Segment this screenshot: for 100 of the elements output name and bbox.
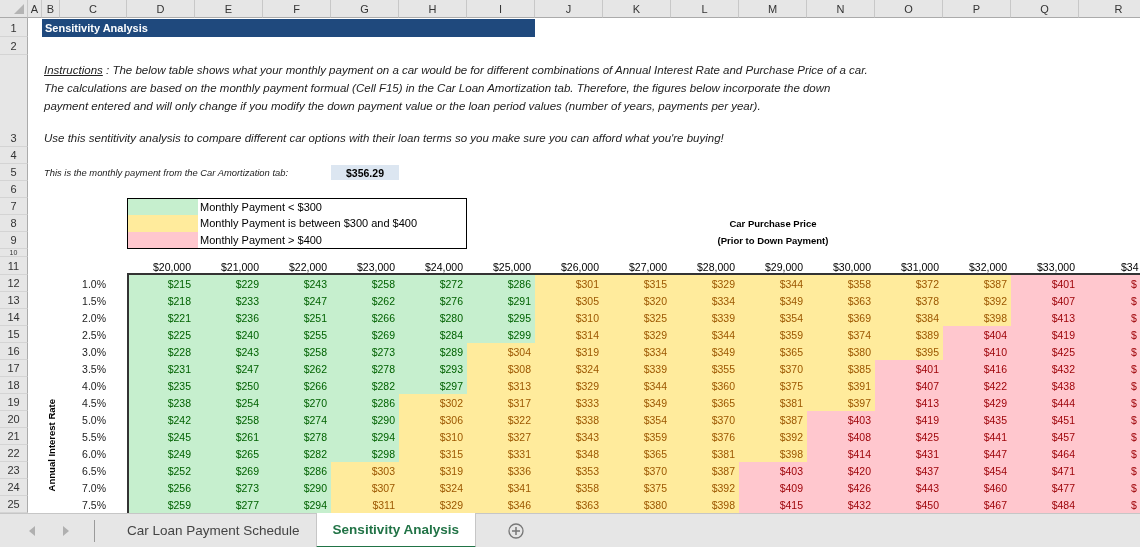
table-cell: $278 <box>331 360 399 377</box>
table-cell: $429 <box>943 394 1011 411</box>
table-cell: $266 <box>263 377 331 394</box>
table-cell: $254 <box>195 394 263 411</box>
table-cell: $243 <box>195 343 263 360</box>
row-header[interactable]: 1 <box>0 18 28 37</box>
table-cell: $ <box>1079 343 1140 360</box>
table-cell: $450 <box>875 496 943 513</box>
legend-label: Monthly Payment is between $300 and $400 <box>199 216 419 232</box>
row-header[interactable]: 25 <box>0 496 28 513</box>
table-cell: $378 <box>875 292 943 309</box>
table-cell: $339 <box>671 309 739 326</box>
payment-label: This is the monthly payment from the Car Amortization tab: <box>43 167 290 178</box>
table-cell: $325 <box>603 309 671 326</box>
column-header[interactable]: F <box>263 0 331 18</box>
table-cell: $270 <box>263 394 331 411</box>
table-cell: $375 <box>603 479 671 496</box>
row-header[interactable]: 8 <box>0 215 28 232</box>
table-cell: $276 <box>399 292 467 309</box>
table-cell: $245 <box>127 428 195 445</box>
table-cell: $ <box>1079 292 1140 309</box>
column-header[interactable]: I <box>467 0 535 18</box>
row-header[interactable]: 9 <box>0 232 28 249</box>
table-cell: $310 <box>399 428 467 445</box>
column-header[interactable]: G <box>331 0 399 18</box>
row-header[interactable]: 14 <box>0 309 28 326</box>
table-cell: $354 <box>739 309 807 326</box>
column-header[interactable]: H <box>399 0 467 18</box>
table-cell: $319 <box>535 343 603 360</box>
table-cell: $319 <box>399 462 467 479</box>
row-header[interactable]: 12 <box>0 275 28 292</box>
row-header[interactable]: 24 <box>0 479 28 496</box>
column-header[interactable]: M <box>739 0 807 18</box>
row-header[interactable]: 2 <box>0 37 28 55</box>
row-header[interactable]: 18 <box>0 377 28 394</box>
table-cell: $240 <box>195 326 263 343</box>
sheet-tab[interactable]: Car Loan Payment Schedule <box>111 513 316 547</box>
table-cell: $218 <box>127 292 195 309</box>
row-header[interactable]: 13 <box>0 292 28 309</box>
column-header[interactable]: N <box>807 0 875 18</box>
table-cell: $365 <box>739 343 807 360</box>
table-cell: $215 <box>127 275 195 292</box>
row-header[interactable]: 23 <box>0 462 28 479</box>
row-header[interactable]: 22 <box>0 445 28 462</box>
table-cell: $286 <box>263 462 331 479</box>
column-header[interactable]: C <box>60 0 127 18</box>
column-header[interactable]: E <box>195 0 263 18</box>
row-header[interactable]: 21 <box>0 428 28 445</box>
table-cell: $ <box>1079 309 1140 326</box>
table-cell: $272 <box>399 275 467 292</box>
column-header[interactable]: L <box>671 0 739 18</box>
column-header[interactable]: A <box>28 0 42 18</box>
row-header[interactable]: 3 <box>0 55 28 147</box>
table-cell: $401 <box>1011 275 1079 292</box>
table-cell: $ <box>1079 479 1140 496</box>
table-cell: $313 <box>467 377 535 394</box>
instructions-note: Use this sentitivity analysis to compare different car options with their loan terms so you make sure you can afford what you're buying! <box>44 131 725 146</box>
table-cell: $457 <box>1011 428 1079 445</box>
table-cell: $348 <box>535 445 603 462</box>
sheet-tab[interactable]: Sensitivity Analysis <box>315 513 476 547</box>
column-header[interactable]: D <box>127 0 195 18</box>
table-cell: $238 <box>127 394 195 411</box>
table-cell: $389 <box>875 326 943 343</box>
column-header[interactable]: P <box>943 0 1011 18</box>
table-cell: $365 <box>603 445 671 462</box>
rate-label: 4.5% <box>81 395 107 411</box>
table-cell: $419 <box>875 411 943 428</box>
column-header[interactable]: J <box>535 0 603 18</box>
row-header[interactable]: 20 <box>0 411 28 428</box>
table-cell: $294 <box>331 428 399 445</box>
column-header[interactable]: K <box>603 0 671 18</box>
table-cell: $387 <box>739 411 807 428</box>
scroll-right-icon[interactable] <box>62 526 70 536</box>
axis-title: (Prior to Down Payment) <box>717 235 829 246</box>
row-header[interactable]: 15 <box>0 326 28 343</box>
row-header[interactable]: 16 <box>0 343 28 360</box>
row-header[interactable]: 5 <box>0 164 28 181</box>
column-header[interactable]: R <box>1079 0 1140 18</box>
table-cell: $236 <box>195 309 263 326</box>
table-cell: $305 <box>535 292 603 309</box>
column-header[interactable]: O <box>875 0 943 18</box>
table-cell: $294 <box>263 496 331 513</box>
row-header[interactable]: 4 <box>0 147 28 164</box>
select-all-icon[interactable] <box>14 4 24 14</box>
table-cell: $327 <box>467 428 535 445</box>
row-header[interactable]: 11 <box>0 257 28 275</box>
table-cell: $426 <box>807 479 875 496</box>
table-cell: $297 <box>399 377 467 394</box>
table-cell: $278 <box>263 428 331 445</box>
column-header[interactable]: B <box>42 0 60 18</box>
table-cell: $385 <box>807 360 875 377</box>
column-header[interactable]: Q <box>1011 0 1079 18</box>
row-header[interactable]: 17 <box>0 360 28 377</box>
row-header[interactable]: 19 <box>0 394 28 411</box>
scroll-left-icon[interactable] <box>28 526 36 536</box>
rate-label: 6.5% <box>81 463 107 479</box>
row-header[interactable]: 6 <box>0 181 28 198</box>
table-cell: $290 <box>331 411 399 428</box>
table-cell: $344 <box>671 326 739 343</box>
row-header[interactable]: 7 <box>0 198 28 215</box>
